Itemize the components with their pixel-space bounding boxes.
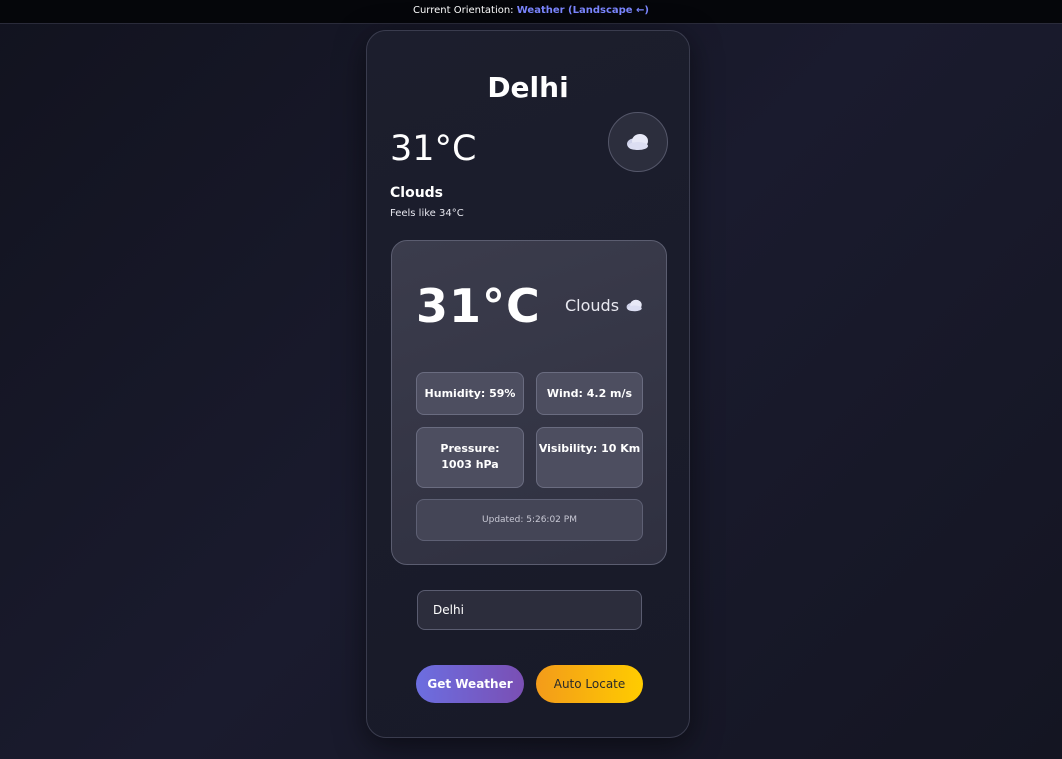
orientation-bar: Current Orientation: Weather (Landscape … xyxy=(0,0,1062,24)
visibility-stat: Visibility: 10 Km xyxy=(536,427,643,488)
cloud-icon xyxy=(627,134,648,150)
details-condition-label: Clouds xyxy=(565,296,620,315)
pressure-stat: Pressure: 1003 hPa xyxy=(416,427,524,488)
humidity-stat: Humidity: 59% xyxy=(416,372,524,415)
details-condition: Clouds xyxy=(565,296,644,315)
cloud-icon xyxy=(626,299,642,312)
condition-text: Clouds xyxy=(390,185,444,201)
weather-card: Delhi 31°C Clouds Feels like 34°C 31°C C… xyxy=(366,30,690,738)
get-weather-button[interactable]: Get Weather xyxy=(416,665,524,703)
details-temperature: 31°C xyxy=(416,279,541,333)
city-search-input[interactable] xyxy=(417,590,642,630)
auto-locate-button[interactable]: Auto Locate xyxy=(536,665,643,703)
orientation-label: Current Orientation: xyxy=(412,5,514,16)
updated-timestamp: Updated: 5:26:02 PM xyxy=(416,499,643,541)
wind-stat: Wind: 4.2 m/s xyxy=(536,372,643,415)
current-temperature: 31°C xyxy=(390,129,477,169)
feels-like-text: Feels like 34°C xyxy=(390,208,464,219)
city-title: Delhi xyxy=(487,71,569,104)
orientation-value: Weather (Landscape ←) xyxy=(516,5,649,16)
weather-icon-badge xyxy=(608,112,668,172)
details-panel: 31°C Clouds Humidity: 59% Wind: 4.2 m/s … xyxy=(391,240,667,565)
